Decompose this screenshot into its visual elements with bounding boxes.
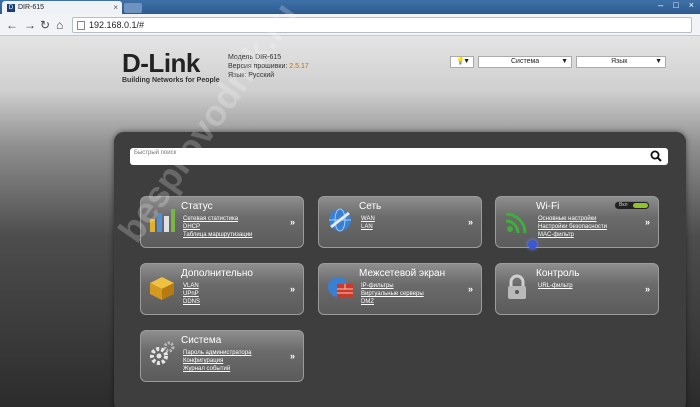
link-vlan[interactable]: VLAN	[183, 282, 200, 290]
tile-title: Wi-Fi	[536, 201, 560, 212]
link-dmz[interactable]: DMZ	[361, 298, 424, 306]
chevron-right-icon[interactable]: »	[645, 217, 650, 227]
link-basic-settings[interactable]: Основные настройки	[538, 215, 607, 223]
wifi-toggle[interactable]: Вкл	[614, 201, 650, 210]
maximize-icon[interactable]: □	[673, 0, 678, 10]
link-upnp[interactable]: UPnP	[183, 290, 200, 298]
chevron-right-icon[interactable]: »	[290, 217, 295, 227]
globe-network-icon	[329, 208, 351, 232]
bar-chart-icon	[150, 209, 175, 232]
search-placeholder: Быстрый поиск	[134, 150, 177, 156]
minimize-icon[interactable]: –	[658, 0, 663, 10]
tile-title: Статус	[181, 201, 213, 212]
language-select[interactable]: Язык ▼	[576, 56, 666, 68]
browser-tab[interactable]: D DIR-615 ×	[2, 1, 122, 14]
chevron-right-icon[interactable]: »	[468, 217, 473, 227]
tile-firewall[interactable]: Межсетевой экран IP-фильтры Виртуальные …	[318, 263, 482, 315]
main-panel: Быстрый поиск Статус Сетевая статистика …	[114, 132, 686, 407]
tile-control[interactable]: Контроль URL-фильтр »	[495, 263, 659, 315]
chevron-down-icon: ▼	[463, 58, 470, 65]
gears-icon	[150, 341, 175, 365]
forward-arrow-icon[interactable]: →	[24, 18, 36, 32]
tile-title: Межсетевой экран	[359, 268, 446, 279]
window-controls: – □ ×	[658, 0, 694, 10]
back-arrow-icon[interactable]: ←	[6, 18, 18, 32]
home-icon[interactable]: ⌂	[56, 18, 63, 32]
link-wan[interactable]: WAN	[361, 215, 375, 223]
link-url-filter[interactable]: URL-фильтр	[538, 282, 573, 290]
router-page: D-Link Building Networks for People Моде…	[0, 0, 700, 407]
mouse-cursor	[528, 240, 537, 249]
link-dhcp[interactable]: DHCP	[183, 223, 252, 231]
chevron-right-icon[interactable]: »	[645, 284, 650, 294]
dlink-logo: D-Link Building Networks for People	[122, 50, 220, 84]
chevron-down-icon: ▼	[561, 58, 568, 65]
tile-title: Дополнительно	[181, 268, 253, 279]
link-virtual-servers[interactable]: Виртуальные серверы	[361, 290, 424, 298]
link-network-stats[interactable]: Сетевая статистика	[183, 215, 252, 223]
firmware-label: Версия прошивки:	[228, 63, 288, 70]
link-mac-filter[interactable]: MAC-фильтр	[538, 231, 607, 239]
tile-advanced[interactable]: Дополнительно VLAN UPnP DDNS »	[140, 263, 304, 315]
toggle-knob	[633, 203, 648, 208]
tab-title: DIR-615	[18, 4, 45, 11]
link-ip-filters[interactable]: IP-фильтры	[361, 282, 424, 290]
logo-tagline: Building Networks for People	[122, 77, 220, 84]
link-event-log[interactable]: Журнал событий	[183, 365, 251, 373]
quick-search-input[interactable]: Быстрый поиск	[130, 148, 668, 165]
wifi-icon	[505, 212, 527, 234]
link-routing-table[interactable]: Таблица маршрутизации	[183, 231, 252, 239]
device-info: Модель DIR-615 Версия прошивки: 2.5.17 Я…	[228, 53, 309, 80]
chevron-right-icon[interactable]: »	[290, 351, 295, 361]
tile-title: Контроль	[536, 268, 580, 279]
link-security-settings[interactable]: Настройки безопасности	[538, 223, 607, 231]
tile-system[interactable]: Система Пароль администратора Конфигурац…	[140, 330, 304, 382]
browser-tabstrip: D DIR-615 × – □ ×	[0, 0, 700, 14]
chevron-right-icon[interactable]: »	[468, 284, 473, 294]
search-icon[interactable]	[649, 149, 663, 163]
page-icon	[77, 21, 85, 30]
tile-status[interactable]: Статус Сетевая статистика DHCP Таблица м…	[140, 196, 304, 248]
model-label: Модель DIR-615	[228, 54, 282, 61]
system-menu-select[interactable]: Система ▼	[478, 56, 572, 68]
chevron-right-icon[interactable]: »	[290, 284, 295, 294]
language-select-label: Язык	[611, 58, 628, 65]
system-menu-label: Система	[511, 58, 540, 65]
tile-wifi[interactable]: Wi-Fi Вкл Основные настройки Настройки б…	[495, 196, 659, 248]
logo-wordmark: D-Link	[122, 48, 200, 78]
close-icon[interactable]: ×	[113, 3, 118, 12]
chevron-down-icon: ▼	[655, 58, 662, 65]
language-label: Язык: Русский	[228, 72, 275, 79]
tile-title: Система	[181, 335, 222, 346]
link-configuration[interactable]: Конфигурация	[183, 357, 251, 365]
firmware-version[interactable]: 2.5.17	[289, 63, 308, 70]
reload-icon[interactable]: ↻	[40, 18, 50, 32]
link-admin-password[interactable]: Пароль администратора	[183, 349, 251, 357]
lock-icon	[508, 274, 526, 299]
close-window-icon[interactable]: ×	[689, 0, 694, 10]
firewall-globe-icon	[328, 277, 353, 298]
browser-toolbar: ← → ↻ ⌂ 192.168.0.1/#	[0, 14, 700, 36]
toggle-label: Вкл	[619, 202, 628, 208]
tile-network[interactable]: Сеть WAN LAN »	[318, 196, 482, 248]
box-icon	[150, 277, 174, 300]
link-ddns[interactable]: DDNS	[183, 298, 200, 306]
dlink-favicon-icon: D	[7, 4, 15, 12]
link-lan[interactable]: LAN	[361, 223, 375, 231]
notifications-button[interactable]: 💡 ▼	[450, 56, 474, 68]
address-text: 192.168.0.1/#	[89, 20, 145, 30]
tile-title: Сеть	[359, 201, 382, 212]
address-bar[interactable]: 192.168.0.1/#	[72, 17, 692, 33]
new-tab-button[interactable]	[124, 3, 142, 13]
